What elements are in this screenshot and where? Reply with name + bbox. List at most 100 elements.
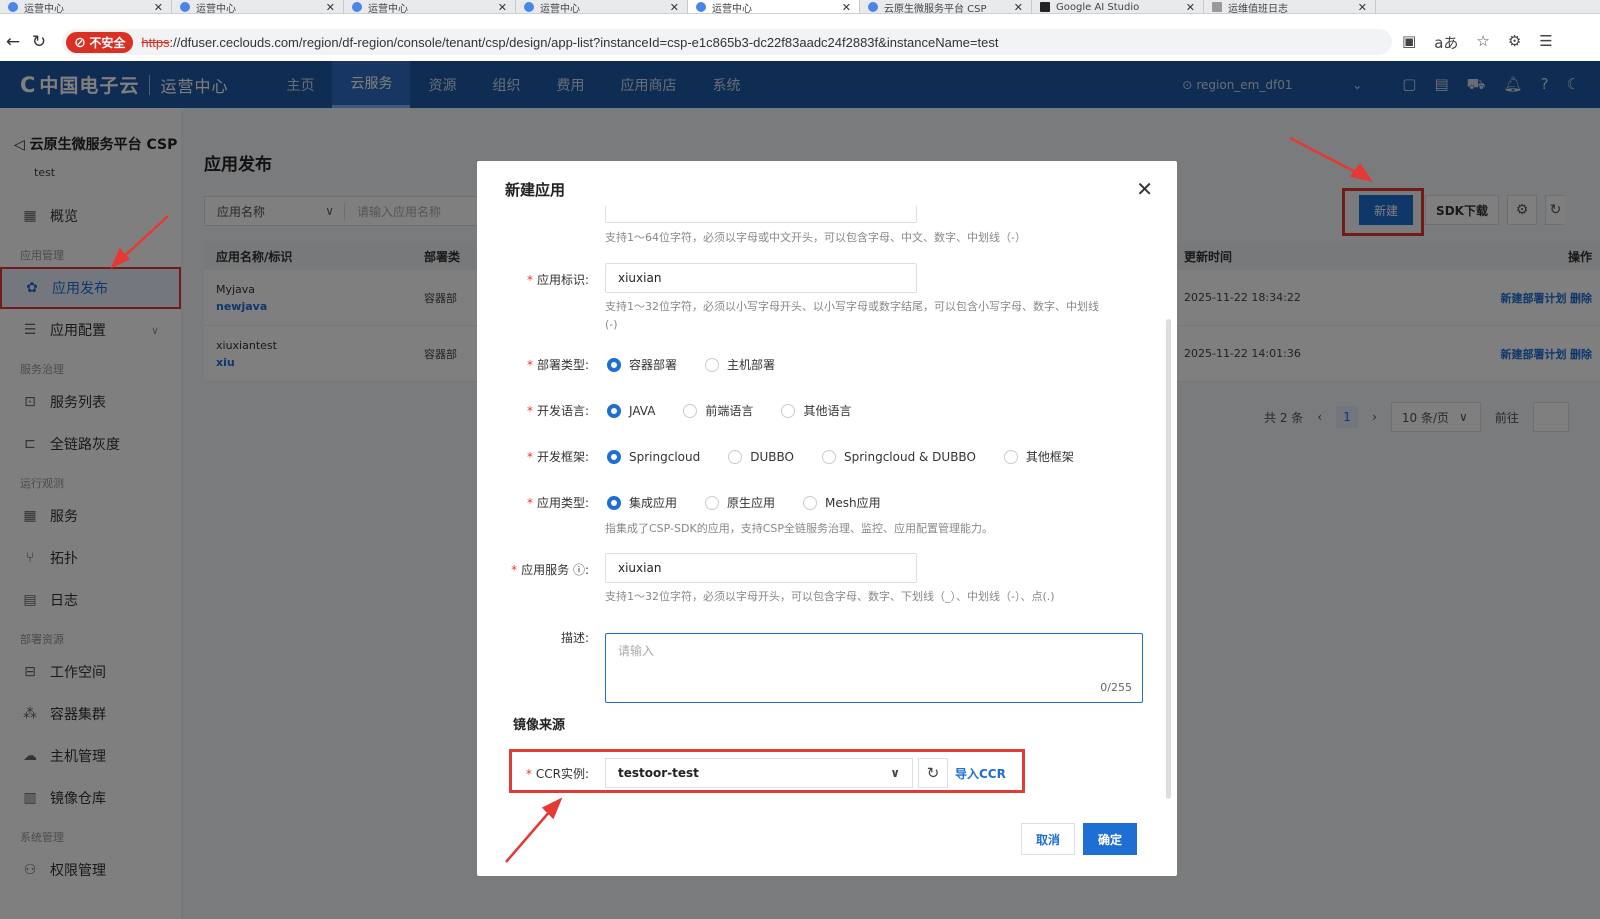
description-placeholder: 请输入 [618, 644, 655, 658]
radio-label: 前端语言 [705, 404, 754, 418]
deploy-type-radio-group: 容器部署 主机部署 [607, 356, 775, 373]
browser-tab-strip: 运营中心 ✕ 运营中心 ✕ 运营中心 ✕ 运营中心 ✕ 运营中心 ✕ 云原生微服务平台 C… [0, 0, 1600, 14]
app-id-input[interactable]: xiuxian [605, 263, 917, 293]
description-label: 描述: [560, 631, 589, 645]
address-bar[interactable]: ⊘ 不安全 https://dfuser.ceclouds.com/region… [62, 29, 1392, 55]
radio-checked-icon [607, 449, 621, 464]
app-type-label: 应用类型: [536, 496, 589, 510]
lang-label: 开发语言: [536, 404, 589, 418]
radio-unchecked-icon [728, 449, 743, 464]
favorites-icon[interactable]: ☰ [1539, 32, 1552, 53]
cancel-button[interactable]: 取消 [1021, 823, 1075, 855]
browser-tab[interactable]: 运维值班日志 ✕ [1204, 0, 1376, 14]
radio-unchecked-icon [781, 403, 796, 418]
app-id-help-cont: (-) [605, 318, 618, 331]
browser-tab[interactable]: Google AI Studio ✕ [1032, 0, 1204, 14]
tab-title: 运维值班日志 [1228, 3, 1288, 14]
radio-label: 原生应用 [727, 496, 776, 510]
app-name-help: 支持1～64位字符，必须以字母或中文开头，可以包含字母、中文、数字、中划线（-） [605, 231, 1026, 244]
star-icon[interactable]: ☆ [1476, 32, 1489, 53]
close-icon[interactable]: ✕ [842, 1, 851, 14]
browser-tab[interactable]: 云原生微服务平台 CSP ✕ [860, 0, 1032, 14]
dialog-title: 新建应用 [505, 181, 566, 199]
dialog-scrollbar[interactable] [1166, 319, 1171, 799]
image-source-section-title: 镜像来源 [513, 718, 566, 733]
new-app-dialog: 新建应用 ✕ 支持1～64位字符，必须以字母或中文开头，可以包含字母、中文、数字… [477, 161, 1177, 876]
app-name-input[interactable] [605, 205, 917, 223]
browser-tab[interactable]: 运营中心 ✕ [344, 0, 516, 14]
browser-tab[interactable]: 运营中心 ✕ [0, 0, 172, 14]
framework-label: 开发框架: [536, 450, 589, 464]
radio-label: 其他语言 [803, 404, 852, 418]
browser-tab-active[interactable]: 运营中心 ✕ [688, 0, 860, 14]
help-circle-icon[interactable]: ⓘ [573, 563, 585, 577]
app-type-help: 指集成了CSP-SDK的应用，支持CSP全链服务治理、监控、应用配置管理能力。 [605, 522, 993, 535]
app-service-label: 应用服务 [521, 563, 570, 577]
back-icon[interactable]: ← [0, 32, 26, 52]
tab-favicon-icon [8, 2, 18, 12]
radio-springcloud[interactable]: Springcloud [607, 448, 700, 465]
framework-radio-group: Springcloud DUBBO Springcloud & DUBBO 其他… [607, 448, 1074, 465]
radio-integrated[interactable]: 集成应用 [607, 494, 677, 511]
close-icon[interactable]: ✕ [1014, 1, 1023, 14]
app-service-input[interactable]: xiuxian [605, 553, 917, 583]
radio-unchecked-icon [683, 403, 698, 418]
radio-frontend[interactable]: 前端语言 [683, 402, 753, 419]
radio-label: Springcloud [629, 449, 701, 464]
browser-tab[interactable]: 运营中心 ✕ [172, 0, 344, 14]
radio-dubbo[interactable]: DUBBO [728, 448, 794, 465]
tab-favicon-icon [352, 2, 362, 12]
close-icon[interactable]: ✕ [498, 1, 507, 14]
app-id-label: 应用标识: [536, 273, 589, 287]
radio-label: 容器部署 [629, 358, 678, 372]
insecure-label: 不安全 [89, 35, 126, 50]
radio-container-deploy[interactable]: 容器部署 [607, 356, 677, 373]
tab-title: Google AI Studio [1056, 1, 1140, 13]
clipboard-icon[interactable]: ▣ [1402, 32, 1416, 53]
ccr-instance-select[interactable]: testoor-test ∨ [605, 758, 913, 788]
radio-mesh[interactable]: Mesh应用 [803, 494, 881, 511]
radio-unchecked-icon [705, 357, 720, 372]
tab-favicon-icon [696, 2, 706, 12]
close-icon[interactable]: ✕ [670, 1, 679, 14]
radio-host-deploy[interactable]: 主机部署 [705, 356, 775, 373]
tab-favicon-icon [1212, 2, 1222, 12]
close-icon[interactable]: ✕ [1136, 177, 1153, 201]
tab-favicon-icon [524, 2, 534, 12]
radio-label: 其他框架 [1025, 450, 1074, 464]
close-icon[interactable]: ✕ [1186, 1, 1195, 14]
reload-icon[interactable]: ↻ [26, 32, 52, 52]
extensions-icon[interactable]: ⚙ [1508, 32, 1521, 53]
tab-title: 运营中心 [368, 3, 408, 14]
confirm-button[interactable]: 确定 [1083, 823, 1137, 855]
radio-other-lang[interactable]: 其他语言 [781, 402, 851, 419]
browser-tab[interactable]: 运营中心 ✕ [516, 0, 688, 14]
radio-label: DUBBO [750, 449, 794, 464]
radio-unchecked-icon [803, 495, 818, 510]
close-icon[interactable]: ✕ [154, 1, 163, 14]
close-icon[interactable]: ✕ [1358, 1, 1367, 14]
radio-label: JAVA [629, 403, 656, 418]
tab-title: 运营中心 [24, 3, 64, 14]
radio-java[interactable]: JAVA [607, 402, 655, 419]
radio-native[interactable]: 原生应用 [705, 494, 775, 511]
radio-springcloud-dubbo[interactable]: Springcloud & DUBBO [821, 448, 976, 465]
radio-unchecked-icon [1003, 449, 1018, 464]
refresh-icon[interactable]: ↻ [918, 758, 948, 788]
insecure-badge[interactable]: ⊘ 不安全 [66, 31, 134, 53]
radio-other-framework[interactable]: 其他框架 [1003, 448, 1074, 465]
tab-title: 运营中心 [196, 3, 236, 14]
description-textarea[interactable]: 请输入 0/255 [605, 633, 1143, 703]
radio-unchecked-icon [705, 495, 720, 510]
radio-label: 主机部署 [727, 358, 776, 372]
radio-label: Springcloud & DUBBO [843, 449, 976, 464]
translate-icon[interactable]: aあ [1434, 32, 1458, 53]
radio-checked-icon [607, 403, 621, 418]
ccr-instance-value: testoor-test [618, 766, 699, 780]
close-icon[interactable]: ✕ [326, 1, 335, 14]
tab-title: 运营中心 [540, 3, 580, 14]
tab-title: 运营中心 [712, 3, 752, 14]
tab-title: 云原生微服务平台 CSP [884, 3, 987, 14]
tab-favicon-icon [868, 2, 878, 12]
import-ccr-link[interactable]: 导入CCR [955, 765, 1006, 782]
